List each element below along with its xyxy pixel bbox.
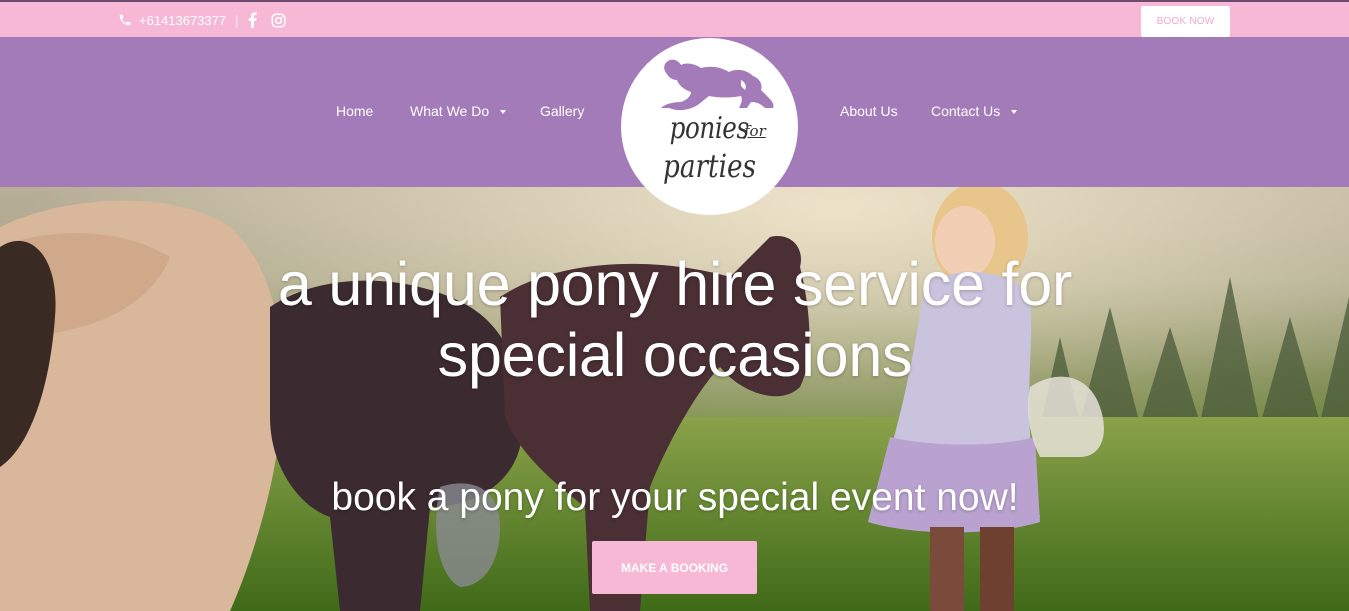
nav-label: Contact Us	[931, 103, 1001, 119]
facebook-link[interactable]	[248, 12, 257, 28]
hero-subline: book a pony for your special event now!	[331, 476, 1019, 519]
nav-label: Home	[336, 103, 374, 119]
pony-logo-icon	[661, 59, 774, 111]
nav-label: About Us	[840, 103, 898, 119]
chevron-down-icon	[1011, 109, 1018, 114]
nav-item-what-we-do[interactable]: What We Do	[410, 103, 507, 119]
contact-info: +61413673377 |	[118, 11, 300, 29]
phone-icon	[119, 14, 131, 26]
facebook-icon	[248, 12, 257, 28]
site-logo[interactable]: ponies for parties	[621, 38, 798, 215]
nav-item-about-us[interactable]: About Us	[840, 103, 898, 119]
separator: |	[235, 12, 239, 28]
nav-item-home[interactable]: Home	[336, 103, 373, 119]
nav-item-contact-us[interactable]: Contact Us	[931, 103, 1018, 119]
phone-number[interactable]: +61413673377	[139, 13, 226, 28]
nav-item-gallery[interactable]: Gallery	[540, 103, 584, 119]
logo-word-parties: parties	[663, 147, 756, 185]
logo-word-for: for	[744, 122, 766, 140]
make-a-booking-button[interactable]: MAKE A BOOKING	[592, 541, 757, 594]
top-bar: +61413673377 | BOOK NOW	[0, 0, 1349, 37]
chevron-down-icon	[500, 109, 507, 114]
instagram-icon	[271, 13, 286, 27]
instagram-link[interactable]	[271, 13, 286, 28]
nav-label: Gallery	[540, 103, 585, 119]
logo-wordmark: ponies for parties	[621, 111, 798, 183]
hero-headline: a unique pony hire service for special o…	[277, 250, 1073, 389]
book-now-button[interactable]: BOOK NOW	[1141, 6, 1230, 37]
nav-label: What We Do	[410, 103, 490, 119]
hero-banner: a unique pony hire service for special o…	[0, 187, 1349, 611]
logo-word-ponies: ponies	[669, 111, 750, 146]
